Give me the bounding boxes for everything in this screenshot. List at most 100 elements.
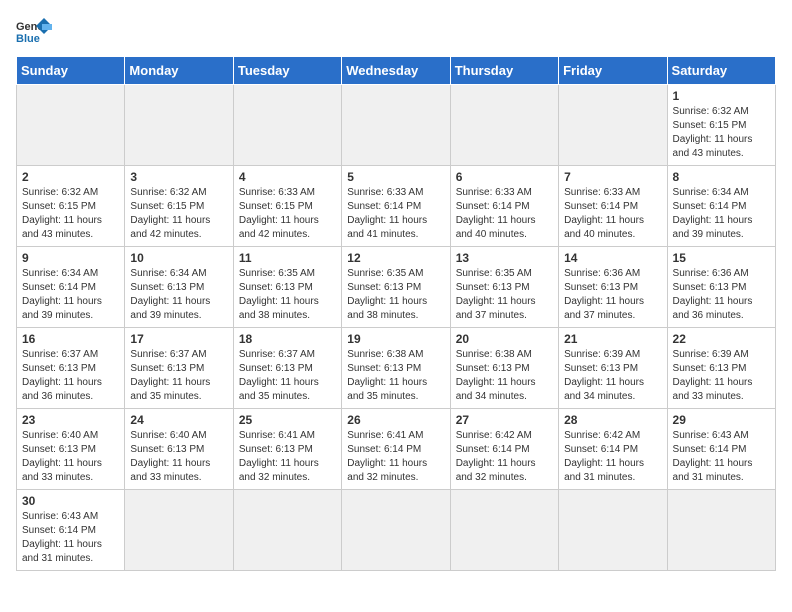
page-header: General Blue	[16, 16, 776, 46]
day-number: 27	[456, 413, 553, 427]
calendar-cell: 10Sunrise: 6:34 AM Sunset: 6:13 PM Dayli…	[125, 247, 233, 328]
col-header-tuesday: Tuesday	[233, 57, 341, 85]
day-number: 18	[239, 332, 336, 346]
calendar-cell	[233, 490, 341, 571]
day-number: 28	[564, 413, 661, 427]
header-row: SundayMondayTuesdayWednesdayThursdayFrid…	[17, 57, 776, 85]
calendar-cell: 29 Sunrise: 6:43 AM Sunset: 6:14 PM Dayli…	[667, 409, 775, 490]
day-number: 7	[564, 170, 661, 184]
calendar-cell: 28 Sunrise: 6:42 AM Sunset: 6:14 PM Dayli…	[559, 409, 667, 490]
calendar-cell	[125, 85, 233, 166]
day-info: Sunrise: 6:36 AM Sunset: 6:13 PM Dayligh…	[673, 267, 770, 323]
day-info: Sunrise: 6:43 AM Sunset: 6:14 PM Dayligh…	[673, 429, 770, 485]
calendar-table: SundayMondayTuesdayWednesdayThursdayFrid…	[16, 56, 776, 571]
calendar-cell: 15 Sunrise: 6:36 AM Sunset: 6:13 PM Dayli…	[667, 247, 775, 328]
day-info: Sunrise: 6:35 AM Sunset: 6:13 PM Dayligh…	[347, 267, 444, 323]
day-info: Sunrise: 6:38 AM Sunset: 6:13 PM Dayligh…	[347, 348, 444, 404]
day-info: Sunrise: 6:33 AM Sunset: 6:14 PM Dayligh…	[564, 186, 661, 242]
day-number: 22	[673, 332, 770, 346]
calendar-cell: 6 Sunrise: 6:33 AM Sunset: 6:14 PM Daylig…	[450, 166, 558, 247]
day-number: 26	[347, 413, 444, 427]
calendar-cell: 11 Sunrise: 6:35 AM Sunset: 6:13 PM Dayli…	[233, 247, 341, 328]
calendar-cell	[342, 85, 450, 166]
day-info: Sunrise: 6:33 AM Sunset: 6:14 PM Dayligh…	[347, 186, 444, 242]
day-number: 29	[673, 413, 770, 427]
calendar-cell: 30 Sunrise: 6:43 AM Sunset: 6:14 PM Dayli…	[17, 490, 125, 571]
calendar-cell	[233, 85, 341, 166]
calendar-cell	[17, 85, 125, 166]
day-info: Sunrise: 6:32 AM Sunset: 6:15 PM Dayligh…	[130, 186, 227, 242]
day-info: Sunrise: 6:33 AM Sunset: 6:14 PM Dayligh…	[456, 186, 553, 242]
calendar-cell: 24 Sunrise: 6:40 AM Sunset: 6:13 PM Dayli…	[125, 409, 233, 490]
calendar-cell: 23 Sunrise: 6:40 AM Sunset: 6:13 PM Dayli…	[17, 409, 125, 490]
calendar-cell	[667, 490, 775, 571]
day-number: 16	[22, 332, 119, 346]
day-info: Sunrise: 6:40 AM Sunset: 6:13 PM Dayligh…	[22, 429, 119, 485]
calendar-cell: 16Sunrise: 6:37 AM Sunset: 6:13 PM Dayli…	[17, 328, 125, 409]
day-info: Sunrise: 6:32 AM Sunset: 6:15 PM Dayligh…	[673, 105, 770, 161]
calendar-cell: 1Sunrise: 6:32 AM Sunset: 6:15 PM Daylig…	[667, 85, 775, 166]
day-number: 15	[673, 251, 770, 265]
day-number: 8	[673, 170, 770, 184]
day-number: 9	[22, 251, 119, 265]
day-info: Sunrise: 6:36 AM Sunset: 6:13 PM Dayligh…	[564, 267, 661, 323]
logo: General Blue	[16, 16, 52, 46]
calendar-cell: 9 Sunrise: 6:34 AM Sunset: 6:14 PM Daylig…	[17, 247, 125, 328]
day-info: Sunrise: 6:35 AM Sunset: 6:13 PM Dayligh…	[239, 267, 336, 323]
day-info: Sunrise: 6:42 AM Sunset: 6:14 PM Dayligh…	[456, 429, 553, 485]
day-info: Sunrise: 6:34 AM Sunset: 6:14 PM Dayligh…	[673, 186, 770, 242]
day-number: 3	[130, 170, 227, 184]
calendar-cell: 12 Sunrise: 6:35 AM Sunset: 6:13 PM Dayli…	[342, 247, 450, 328]
calendar-cell: 3 Sunrise: 6:32 AM Sunset: 6:15 PM Daylig…	[125, 166, 233, 247]
calendar-cell: 21 Sunrise: 6:39 AM Sunset: 6:13 PM Dayli…	[559, 328, 667, 409]
day-number: 11	[239, 251, 336, 265]
day-info: Sunrise: 6:38 AM Sunset: 6:13 PM Dayligh…	[456, 348, 553, 404]
day-info: Sunrise: 6:35 AM Sunset: 6:13 PM Dayligh…	[456, 267, 553, 323]
day-number: 24	[130, 413, 227, 427]
day-number: 2	[22, 170, 119, 184]
day-info: Sunrise: 6:40 AM Sunset: 6:13 PM Dayligh…	[130, 429, 227, 485]
calendar-cell: 2 Sunrise: 6:32 AM Sunset: 6:15 PM Daylig…	[17, 166, 125, 247]
day-number: 4	[239, 170, 336, 184]
day-info: Sunrise: 6:39 AM Sunset: 6:13 PM Dayligh…	[673, 348, 770, 404]
calendar-cell: 18 Sunrise: 6:37 AM Sunset: 6:13 PM Dayli…	[233, 328, 341, 409]
calendar-cell	[450, 490, 558, 571]
day-number: 19	[347, 332, 444, 346]
day-info: Sunrise: 6:34 AM Sunset: 6:13 PM Dayligh…	[130, 267, 227, 323]
day-info: Sunrise: 6:37 AM Sunset: 6:13 PM Dayligh…	[130, 348, 227, 404]
col-header-thursday: Thursday	[450, 57, 558, 85]
day-info: Sunrise: 6:39 AM Sunset: 6:13 PM Dayligh…	[564, 348, 661, 404]
day-number: 14	[564, 251, 661, 265]
col-header-sunday: Sunday	[17, 57, 125, 85]
day-info: Sunrise: 6:34 AM Sunset: 6:14 PM Dayligh…	[22, 267, 119, 323]
calendar-cell: 22 Sunrise: 6:39 AM Sunset: 6:13 PM Dayli…	[667, 328, 775, 409]
day-number: 6	[456, 170, 553, 184]
day-number: 13	[456, 251, 553, 265]
day-info: Sunrise: 6:37 AM Sunset: 6:13 PM Dayligh…	[239, 348, 336, 404]
calendar-cell: 19 Sunrise: 6:38 AM Sunset: 6:13 PM Dayli…	[342, 328, 450, 409]
calendar-cell: 13 Sunrise: 6:35 AM Sunset: 6:13 PM Dayli…	[450, 247, 558, 328]
day-number: 21	[564, 332, 661, 346]
col-header-friday: Friday	[559, 57, 667, 85]
day-number: 25	[239, 413, 336, 427]
col-header-monday: Monday	[125, 57, 233, 85]
calendar-cell: 25 Sunrise: 6:41 AM Sunset: 6:13 PM Dayli…	[233, 409, 341, 490]
calendar-cell: 5Sunrise: 6:33 AM Sunset: 6:14 PM Daylig…	[342, 166, 450, 247]
day-number: 20	[456, 332, 553, 346]
calendar-cell: 14 Sunrise: 6:36 AM Sunset: 6:13 PM Dayli…	[559, 247, 667, 328]
day-number: 12	[347, 251, 444, 265]
calendar-cell: 8 Sunrise: 6:34 AM Sunset: 6:14 PM Daylig…	[667, 166, 775, 247]
calendar-cell	[342, 490, 450, 571]
calendar-cell: 7 Sunrise: 6:33 AM Sunset: 6:14 PM Daylig…	[559, 166, 667, 247]
calendar-cell	[450, 85, 558, 166]
col-header-saturday: Saturday	[667, 57, 775, 85]
calendar-cell	[559, 85, 667, 166]
day-number: 30	[22, 494, 119, 508]
day-info: Sunrise: 6:41 AM Sunset: 6:13 PM Dayligh…	[239, 429, 336, 485]
day-number: 17	[130, 332, 227, 346]
day-info: Sunrise: 6:32 AM Sunset: 6:15 PM Dayligh…	[22, 186, 119, 242]
day-number: 23	[22, 413, 119, 427]
day-info: Sunrise: 6:43 AM Sunset: 6:14 PM Dayligh…	[22, 510, 119, 566]
svg-text:Blue: Blue	[16, 33, 40, 45]
day-info: Sunrise: 6:42 AM Sunset: 6:14 PM Dayligh…	[564, 429, 661, 485]
